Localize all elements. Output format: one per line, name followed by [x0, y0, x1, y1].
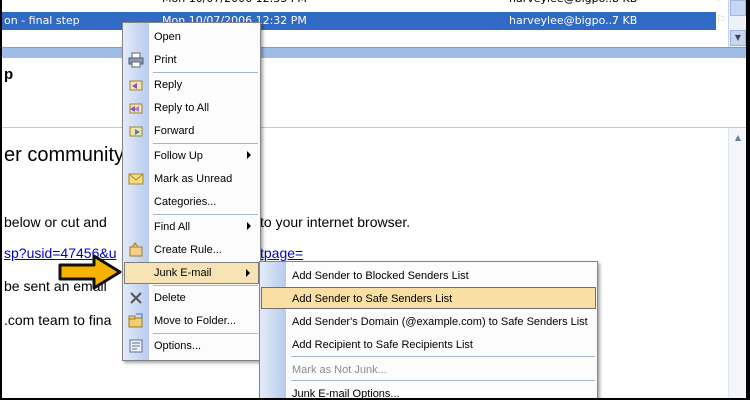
- menu-item-delete[interactable]: Delete: [124, 287, 259, 309]
- move-folder-icon: [128, 313, 144, 329]
- menu-item-junk-email[interactable]: Junk E-mail: [124, 262, 259, 284]
- submenu-item-not-junk: Mark as Not Junk...: [261, 358, 596, 380]
- body-link[interactable]: tpage=: [260, 245, 303, 261]
- body-line: .com team to fina: [4, 312, 112, 328]
- forward-icon: [128, 123, 144, 139]
- message-received: Mon 10/07/2006 12:33 PM: [162, 0, 307, 8]
- message-row-selected[interactable]: on - final step Mon 10/07/2006 12:32 PM …: [2, 12, 726, 30]
- header-divider: [2, 127, 746, 128]
- menu-item-label: Forward: [154, 125, 195, 137]
- menu-item-label: Add Sender's Domain (@example.com) to Sa…: [292, 316, 588, 328]
- menu-item-label: Follow Up: [154, 150, 203, 162]
- message-from: harveylee@bigpo...: [509, 0, 616, 8]
- reading-pane-subject: p: [4, 66, 14, 83]
- menu-item-label: Print: [154, 54, 177, 66]
- menu-item-label: Mark as Unread: [154, 173, 233, 185]
- menu-separator: [153, 72, 258, 73]
- menu-item-label: Reply to All: [154, 102, 210, 114]
- pointer-arrow-icon: [58, 254, 122, 290]
- menu-item-reply-all[interactable]: Reply to All: [124, 97, 259, 119]
- menu-item-label: Find All: [154, 221, 191, 233]
- reading-pane-header: p: [2, 58, 746, 128]
- envelope-icon: [128, 171, 144, 187]
- menu-item-print[interactable]: Print: [124, 49, 259, 71]
- submenu-item-safe-domain[interactable]: Add Sender's Domain (@example.com) to Sa…: [261, 310, 596, 332]
- submenu-item-safe-recipient[interactable]: Add Recipient to Safe Recipients List: [261, 333, 596, 355]
- flag-icon[interactable]: ⚐: [714, 13, 728, 27]
- menu-item-label: Add Sender to Blocked Senders List: [292, 270, 469, 282]
- menu-separator: [153, 214, 258, 215]
- rule-icon: [128, 242, 144, 258]
- menu-separator: [291, 356, 595, 357]
- reading-pane-scrollbar[interactable]: ▲: [728, 128, 746, 398]
- menu-item-reply[interactable]: Reply: [124, 74, 259, 96]
- scroll-thumb[interactable]: [730, 0, 746, 16]
- menu-separator: [291, 380, 595, 381]
- reply-all-icon: [128, 100, 144, 116]
- menu-separator: [153, 333, 258, 334]
- junk-email-submenu: Add Sender to Blocked Senders List Add S…: [259, 261, 598, 398]
- menu-item-label: Delete: [154, 292, 186, 304]
- body-heading: er community: [4, 144, 125, 166]
- menu-item-options[interactable]: Options...: [124, 335, 259, 357]
- menu-item-move-to-folder[interactable]: Move to Folder...: [124, 310, 259, 332]
- body-line: below or cut and: [4, 214, 107, 230]
- menu-separator: [153, 285, 258, 286]
- message-from: harveylee@bigpo...: [509, 14, 616, 27]
- menu-item-label: Options...: [154, 340, 202, 352]
- menu-item-find-all[interactable]: Find All: [124, 216, 259, 238]
- menu-item-follow-up[interactable]: Follow Up: [124, 145, 259, 167]
- menu-item-label: Create Rule...: [154, 244, 222, 256]
- submenu-item-junk-options[interactable]: Junk E-mail Options...: [261, 382, 596, 398]
- message-row[interactable]: Mon 10/07/2006 12:33 PM harveylee@bigpo.…: [2, 0, 726, 8]
- scroll-up-arrow-icon[interactable]: ▲: [730, 130, 746, 146]
- menu-item-label: Add Recipient to Safe Recipients List: [292, 339, 473, 351]
- context-menu: Open Print Reply Reply to All Forward Fo…: [122, 22, 261, 361]
- submenu-arrow-icon: [247, 222, 251, 230]
- message-size: 7 KB: [612, 14, 638, 27]
- submenu-arrow-icon: [247, 151, 251, 159]
- message-list-scrollbar[interactable]: ▼: [728, 0, 746, 48]
- menu-item-label: Junk E-mail Options...: [292, 388, 400, 398]
- menu-item-label: Mark as Not Junk...: [292, 364, 387, 376]
- submenu-item-safe-sender[interactable]: Add Sender to Safe Senders List: [261, 287, 596, 309]
- scroll-down-arrow-icon[interactable]: ▼: [730, 30, 746, 46]
- message-size: 8 KB: [612, 0, 637, 8]
- menu-item-label: Move to Folder...: [154, 315, 236, 327]
- body-line: to your internet browser.: [260, 214, 411, 230]
- delete-x-icon: [128, 290, 144, 306]
- outlook-window: Mon 10/07/2006 12:33 PM harveylee@bigpo.…: [2, 0, 746, 398]
- message-subject: on - final step: [4, 14, 80, 27]
- reply-icon: [128, 77, 144, 93]
- menu-item-label: Reply: [154, 79, 183, 91]
- menu-item-label: Junk E-mail: [154, 267, 212, 279]
- flag-icon[interactable]: ⚐: [714, 0, 728, 5]
- menu-item-label: Open: [154, 31, 181, 43]
- printer-icon: [128, 52, 144, 68]
- menu-item-forward[interactable]: Forward: [124, 120, 259, 142]
- menu-separator: [153, 143, 258, 144]
- options-icon: [128, 338, 144, 354]
- menu-item-create-rule[interactable]: Create Rule...: [124, 239, 259, 261]
- menu-item-label: Add Sender to Safe Senders List: [292, 293, 453, 305]
- menu-item-open[interactable]: Open: [124, 26, 259, 48]
- menu-item-label: Categories...: [154, 196, 217, 208]
- submenu-item-block-sender[interactable]: Add Sender to Blocked Senders List: [261, 264, 596, 286]
- menu-item-categories[interactable]: Categories...: [124, 191, 259, 213]
- submenu-arrow-icon: [246, 269, 250, 277]
- menu-item-mark-unread[interactable]: Mark as Unread: [124, 168, 259, 190]
